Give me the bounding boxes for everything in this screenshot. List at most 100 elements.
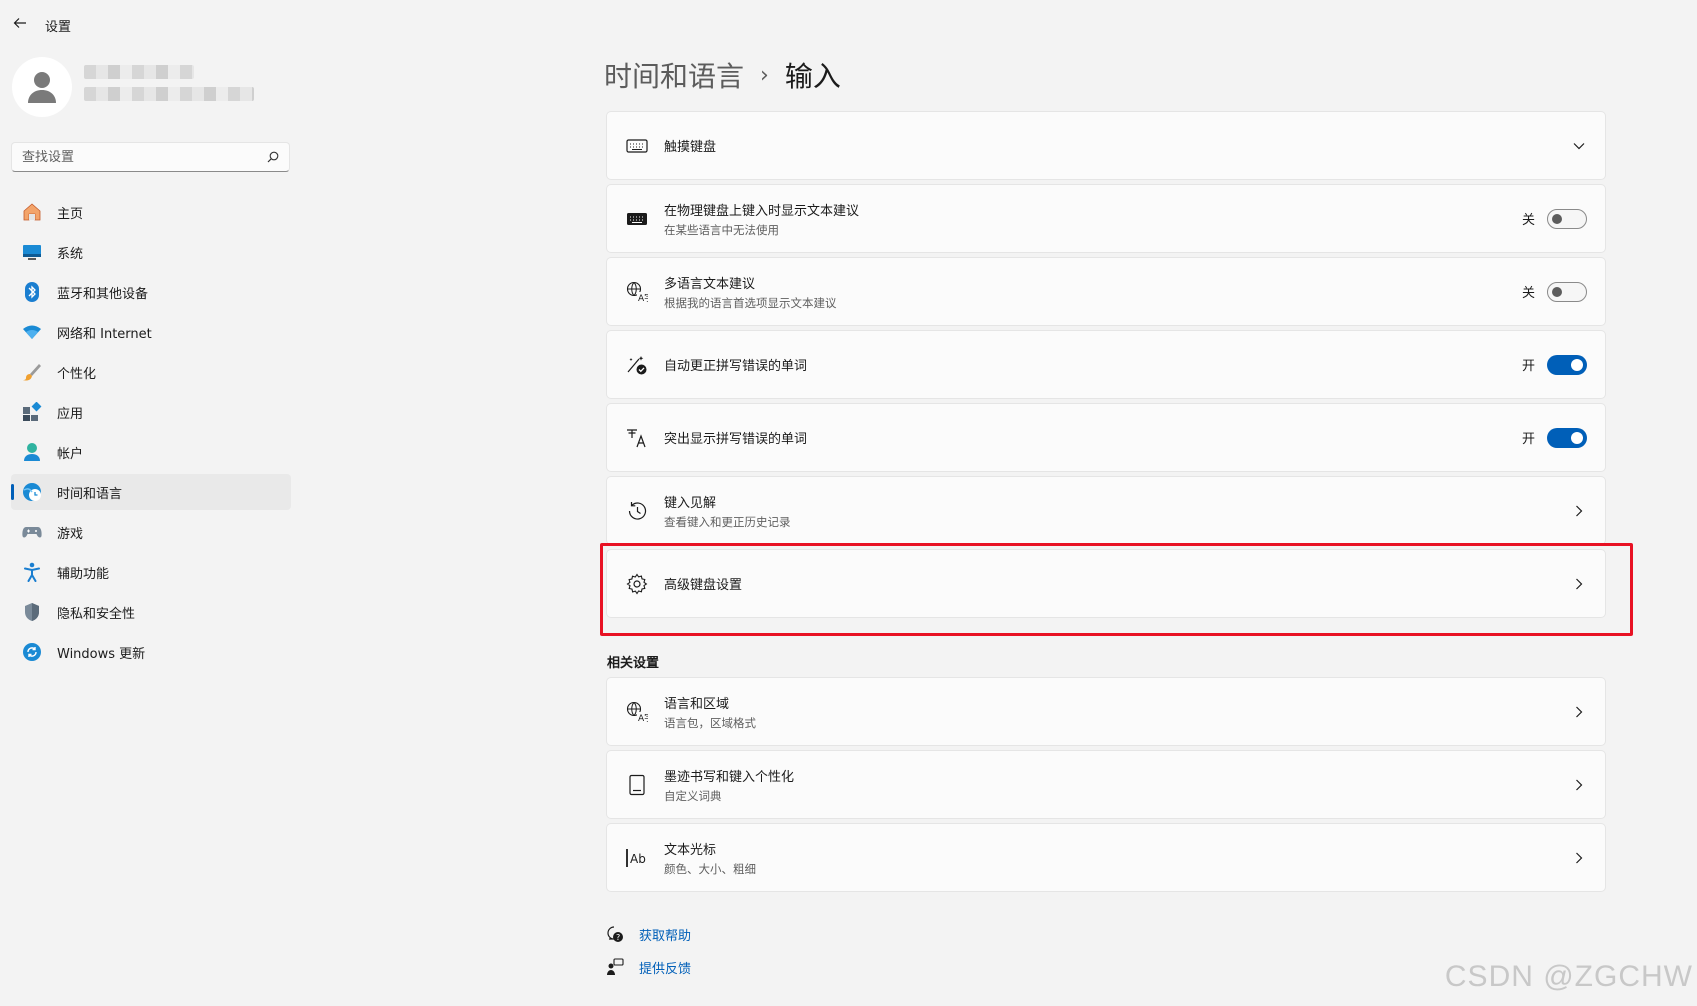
toggle-state-label: 开	[1521, 359, 1535, 374]
sidebar-item-label: 隐私和安全性	[57, 606, 136, 622]
setting-subtitle: 根据我的语言首选项显示文本建议	[664, 295, 837, 310]
link-label[interactable]: 提供反馈	[639, 958, 691, 977]
setting-physical-keyboard-suggestions[interactable]: 在物理键盘上键入时显示文本建议 在某些语言中无法使用 关	[606, 184, 1606, 253]
keyboard-icon	[624, 206, 650, 232]
setting-title: 墨迹书写和键入个性化	[664, 769, 795, 785]
get-help-link[interactable]: ? 获取帮助	[605, 922, 691, 946]
sidebar-item-gaming[interactable]: 游戏	[11, 514, 291, 550]
back-arrow-icon	[13, 18, 26, 28]
user-profile[interactable]	[12, 57, 254, 117]
sidebar-item-label: 系统	[57, 246, 84, 262]
sidebar-item-home[interactable]: 主页	[11, 194, 291, 230]
person-icon	[28, 72, 56, 103]
link-label[interactable]: 获取帮助	[639, 925, 691, 944]
watermark: CSDN @ZGCHW	[1444, 960, 1693, 993]
setting-title: 键入见解	[664, 495, 717, 511]
chevron-down-icon[interactable]	[1571, 138, 1587, 154]
gamepad-icon	[21, 521, 43, 543]
sidebar-item-label: 主页	[57, 206, 84, 222]
wifi-icon	[21, 321, 43, 343]
sidebar-item-accounts[interactable]: 帐户	[11, 434, 291, 470]
toggle-switch[interactable]	[1547, 427, 1587, 448]
setting-multilingual-suggestions[interactable]: A字 多语言文本建议 根据我的语言首选项显示文本建议 关	[606, 257, 1606, 326]
toggle-switch[interactable]	[1547, 208, 1587, 229]
sidebar-item-bluetooth[interactable]: 蓝牙和其他设备	[11, 274, 291, 310]
setting-subtitle: 查看键入和更正历史记录	[664, 514, 791, 529]
setting-highlight-misspelled[interactable]: 突出显示拼写错误的单词 开	[606, 403, 1606, 472]
related-inking-typing[interactable]: 墨迹书写和键入个性化 自定义词典	[606, 750, 1606, 819]
related-text-cursor[interactable]: Ab 文本光标 颜色、大小、粗细	[606, 823, 1606, 892]
toggle-state-label: 关	[1521, 213, 1535, 228]
back-button[interactable]	[10, 13, 30, 33]
footer-links: ? 获取帮助 提供反馈	[605, 922, 691, 988]
toggle-switch[interactable]	[1547, 281, 1587, 302]
language-icon: A字	[624, 699, 650, 725]
related-settings-list: A字 语言和区域 语言包，区域格式 墨迹书写和键入个性化 自定义词典 Ab 文本…	[606, 677, 1606, 896]
language-icon: A字	[624, 279, 650, 305]
apps-icon	[21, 401, 43, 423]
shield-icon	[21, 601, 43, 623]
page-title: 输入	[784, 60, 841, 93]
setting-title: 文本光标	[664, 842, 717, 858]
chevron-right-icon[interactable]	[1571, 777, 1587, 793]
input-settings-list: 触摸键盘 在物理键盘上键入时显示文本建议 在某些语言中无法使用 关 A字 多语言…	[606, 111, 1606, 622]
sidebar-item-privacy[interactable]: 隐私和安全性	[11, 594, 291, 630]
setting-typing-insights[interactable]: 键入见解 查看键入和更正历史记录	[606, 476, 1606, 545]
svg-text:Ab: Ab	[630, 852, 646, 866]
search-input[interactable]	[22, 149, 267, 165]
chevron-right-icon[interactable]	[1571, 576, 1587, 592]
setting-title: 自动更正拼写错误的单词	[664, 359, 808, 374]
sidebar-item-system[interactable]: 系统	[11, 234, 291, 270]
sidebar-item-label: 游戏	[57, 526, 84, 542]
toggle-state-label: 开	[1521, 432, 1535, 447]
setting-title: 多语言文本建议	[664, 276, 756, 292]
chevron-right-icon[interactable]	[1571, 704, 1587, 720]
sidebar-item-label: 时间和语言	[57, 486, 123, 502]
breadcrumb-separator: ›	[760, 62, 769, 88]
history-icon	[624, 498, 650, 524]
breadcrumb: 时间和语言 › 输入	[604, 55, 841, 95]
setting-subtitle: 语言包，区域格式	[664, 715, 756, 730]
title-bar: 设置	[0, 0, 1697, 46]
accessibility-icon	[21, 561, 43, 583]
setting-title: 在物理键盘上键入时显示文本建议	[664, 203, 860, 219]
home-icon	[21, 201, 43, 223]
sidebar-item-network[interactable]: 网络和 Internet	[11, 314, 291, 350]
setting-touch-keyboard[interactable]: 触摸键盘	[606, 111, 1606, 180]
settings-search[interactable]	[11, 142, 290, 172]
avatar	[12, 57, 72, 117]
text-cursor-icon: Ab	[624, 845, 650, 871]
svg-text:A字: A字	[638, 292, 648, 303]
sidebar-item-accessibility[interactable]: 辅助功能	[11, 554, 291, 590]
setting-title: 高级键盘设置	[664, 578, 743, 593]
sidebar-item-label: 蓝牙和其他设备	[57, 286, 149, 302]
sidebar-item-personalization[interactable]: 个性化	[11, 354, 291, 390]
sidebar-item-windows-update[interactable]: Windows 更新	[11, 634, 291, 670]
sidebar-item-time-language[interactable]: 时间和语言	[11, 474, 291, 510]
globe-clock-icon	[21, 481, 43, 503]
sidebar-item-label: 帐户	[57, 446, 84, 462]
svg-text:A字: A字	[638, 712, 648, 723]
setting-subtitle: 在某些语言中无法使用	[664, 222, 779, 237]
sidebar-item-label: 网络和 Internet	[57, 326, 152, 342]
chevron-right-icon[interactable]	[1571, 503, 1587, 519]
search-icon	[267, 151, 279, 163]
breadcrumb-parent[interactable]: 时间和语言	[604, 55, 744, 95]
feedback-icon	[605, 957, 625, 977]
related-settings-heading: 相关设置	[607, 656, 660, 671]
sidebar-item-apps[interactable]: 应用	[11, 394, 291, 430]
chevron-right-icon[interactable]	[1571, 850, 1587, 866]
setting-title: 语言和区域	[664, 696, 730, 712]
related-language-region[interactable]: A字 语言和区域 语言包，区域格式	[606, 677, 1606, 746]
toggle-switch[interactable]	[1547, 354, 1587, 375]
app-title: 设置	[45, 20, 72, 35]
update-icon	[21, 641, 43, 663]
setting-title: 突出显示拼写错误的单词	[664, 432, 808, 447]
give-feedback-link[interactable]: 提供反馈	[605, 955, 691, 979]
setting-advanced-keyboard[interactable]: 高级键盘设置	[606, 549, 1606, 618]
sidebar-item-label: 辅助功能	[57, 566, 110, 582]
gear-icon	[624, 571, 650, 597]
setting-autocorrect[interactable]: 自动更正拼写错误的单词 开	[606, 330, 1606, 399]
monitor-icon	[21, 241, 43, 263]
sidebar-item-label: 个性化	[57, 366, 97, 382]
